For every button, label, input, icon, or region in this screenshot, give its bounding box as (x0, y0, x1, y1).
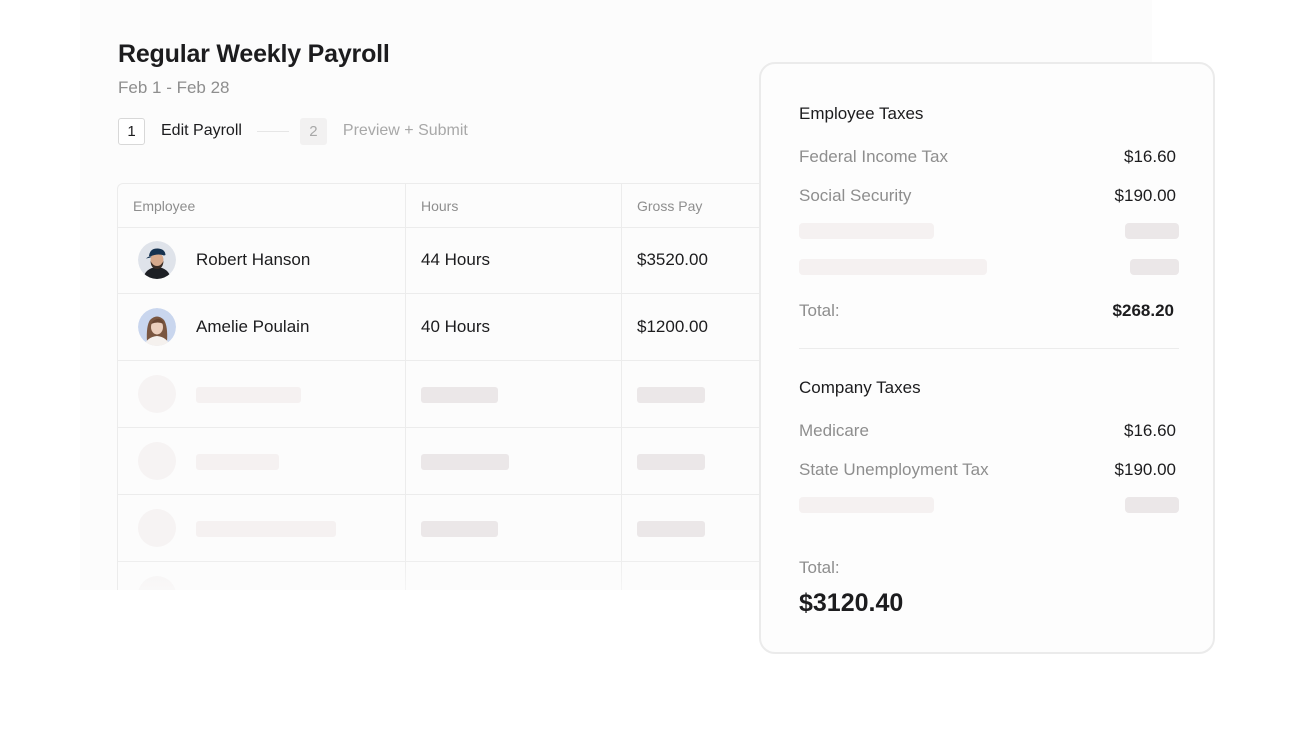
grand-total-amount: $3120.40 (799, 589, 904, 617)
tax-label: Social Security (799, 186, 912, 205)
skeleton-row (118, 495, 818, 562)
employee-hours: 44 Hours (421, 250, 490, 269)
skeleton-text (1125, 497, 1179, 513)
grand-total-label: Total: (799, 558, 840, 577)
tax-label: Federal Income Tax (799, 147, 948, 166)
header-employee[interactable]: Employee (133, 198, 195, 214)
skeleton-text (196, 454, 279, 470)
skeleton-row (118, 428, 818, 495)
skeleton-text (1130, 259, 1179, 275)
payroll-table: Employee Hours Gross Pay Robert Hanson 4… (117, 183, 819, 590)
employee-taxes-title: Employee Taxes (799, 104, 924, 123)
avatar (138, 241, 176, 279)
skeleton-text (196, 387, 301, 403)
skeleton-avatar (138, 375, 176, 413)
skeleton-text (421, 387, 498, 403)
skeleton-text (799, 497, 934, 513)
header-hours[interactable]: Hours (421, 198, 458, 214)
tax-amount: $190.00 (1114, 186, 1176, 205)
avatar (138, 308, 176, 346)
employee-name: Robert Hanson (196, 250, 311, 269)
table-fade (118, 554, 818, 590)
header-gross-pay[interactable]: Gross Pay (637, 198, 702, 214)
skeleton-text (799, 259, 987, 275)
page-title: Regular Weekly Payroll (118, 40, 390, 68)
skeleton-text (1125, 223, 1179, 239)
tax-amount: $190.00 (1114, 460, 1176, 479)
date-range: Feb 1 - Feb 28 (118, 78, 230, 97)
skeleton-text (799, 223, 934, 239)
skeleton-text (637, 521, 705, 537)
company-taxes-title: Company Taxes (799, 378, 921, 397)
step-2-number[interactable]: 2 (299, 117, 327, 145)
employee-hours: 40 Hours (421, 317, 490, 336)
step-2-label[interactable]: Preview + Submit (343, 122, 468, 140)
skeleton-text (637, 454, 705, 470)
employee-total-label: Total: (799, 301, 840, 320)
skeleton-text (421, 521, 498, 537)
section-divider (799, 348, 1179, 349)
employee-total-amount: $268.20 (1112, 301, 1174, 320)
step-1-label[interactable]: Edit Payroll (161, 122, 242, 140)
tax-amount: $16.60 (1124, 147, 1176, 166)
tax-label: State Unemployment Tax (799, 460, 989, 479)
skeleton-text (196, 521, 336, 537)
tax-amount: $16.60 (1124, 421, 1176, 440)
tax-label: Medicare (799, 421, 869, 440)
stepper: 1 Edit Payroll 2 Preview + Submit (118, 117, 468, 145)
table-row[interactable]: Amelie Poulain 40 Hours $1200.00 (118, 294, 818, 361)
employee-gross-pay: $1200.00 (637, 317, 708, 336)
skeleton-avatar (138, 442, 176, 480)
skeleton-text (421, 454, 509, 470)
skeleton-text (637, 387, 705, 403)
step-connector (256, 130, 289, 132)
tax-summary-panel: Employee Taxes Federal Income Tax $16.60… (759, 62, 1215, 654)
skeleton-row (118, 361, 818, 428)
table-row[interactable]: Robert Hanson 44 Hours $3520.00 (118, 227, 818, 294)
step-1-number[interactable]: 1 (118, 117, 145, 145)
table-header: Employee Hours Gross Pay (118, 184, 818, 228)
skeleton-avatar (138, 509, 176, 547)
employee-gross-pay: $3520.00 (637, 250, 708, 269)
employee-name: Amelie Poulain (196, 317, 310, 336)
